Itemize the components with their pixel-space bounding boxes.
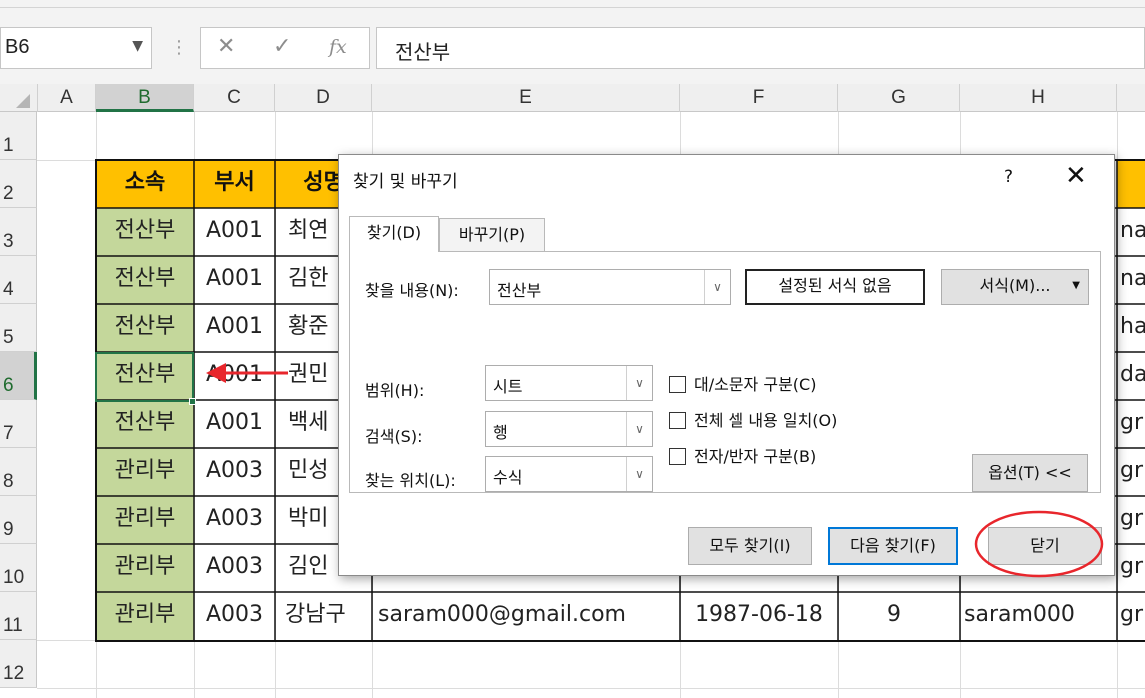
- options-button[interactable]: 옵션(T) <<: [972, 454, 1088, 492]
- formula-input[interactable]: 전산부: [376, 27, 1145, 69]
- formula-bar: B6 ▼ ⋮ ✕ ✓ fx 전산부: [0, 8, 1145, 84]
- format-preview: 설정된 서식 없음: [745, 269, 925, 305]
- column-header-a[interactable]: A: [38, 84, 96, 112]
- format-button[interactable]: 서식(M)... ▼: [941, 269, 1089, 305]
- checkbox-box[interactable]: [669, 376, 686, 393]
- row-header-7[interactable]: 7: [0, 400, 37, 448]
- row-header-10[interactable]: 10: [0, 544, 37, 592]
- match-byte-label: 전자/반자 구분(B): [694, 447, 817, 466]
- chevron-down-icon[interactable]: ∨: [626, 366, 652, 400]
- fill-handle[interactable]: [189, 398, 196, 405]
- match-entire-label: 전체 셀 내용 일치(O): [694, 411, 838, 430]
- row-header-9[interactable]: 9: [0, 496, 37, 544]
- selected-cell-indicator[interactable]: [95, 352, 194, 402]
- checkbox-box[interactable]: [669, 412, 686, 429]
- column-header-i[interactable]: [1117, 84, 1145, 112]
- row-header-1[interactable]: 1: [0, 112, 37, 160]
- look-in-select[interactable]: 수식 ∨: [485, 456, 653, 492]
- search-value: 행: [493, 423, 508, 442]
- column-header-f[interactable]: F: [680, 84, 838, 112]
- find-all-button[interactable]: 모두 찾기(I): [688, 527, 812, 565]
- column-header-b[interactable]: B: [96, 84, 194, 112]
- name-box-value: B6: [5, 36, 30, 58]
- column-header-e[interactable]: E: [372, 84, 680, 112]
- row-header-3[interactable]: 3: [0, 208, 37, 256]
- tab-replace[interactable]: 바꾸기(P): [439, 218, 545, 252]
- close-icon[interactable]: ✕: [1065, 161, 1087, 191]
- drag-handle-icon[interactable]: ⋮: [170, 37, 188, 58]
- within-value: 시트: [493, 377, 523, 396]
- tab-find[interactable]: 찾기(D): [349, 216, 439, 252]
- help-icon[interactable]: ?: [1004, 167, 1013, 187]
- match-entire-checkbox[interactable]: 전체 셀 내용 일치(O): [669, 407, 837, 431]
- select-all-corner[interactable]: [0, 84, 38, 112]
- column-header-h[interactable]: H: [960, 84, 1117, 112]
- find-what-label: 찾을 내용(N):: [365, 281, 459, 300]
- within-label: 범위(H):: [365, 381, 425, 400]
- search-select[interactable]: 행 ∨: [485, 411, 653, 447]
- arrow-icon: [206, 363, 288, 383]
- title-strip: [0, 0, 1145, 8]
- search-label: 검색(S):: [365, 427, 423, 446]
- gridline: [37, 688, 1145, 689]
- close-icon[interactable]: ✕: [217, 34, 235, 59]
- look-in-value: 수식: [493, 468, 523, 487]
- within-select[interactable]: 시트 ∨: [485, 365, 653, 401]
- column-headers: A B C D E F G H: [0, 84, 1145, 112]
- column-header-g[interactable]: G: [838, 84, 960, 112]
- chevron-down-icon[interactable]: ∨: [626, 412, 652, 446]
- caret-down-icon: ▼: [1072, 280, 1080, 291]
- find-what-value: 전산부: [497, 281, 542, 300]
- row-header-8[interactable]: 8: [0, 448, 37, 496]
- match-case-checkbox[interactable]: 대/소문자 구분(C): [669, 371, 816, 395]
- formula-content: 전산부: [395, 40, 451, 64]
- match-byte-checkbox[interactable]: 전자/반자 구분(B): [669, 443, 816, 467]
- highlight-circle: [974, 510, 1104, 578]
- name-box[interactable]: B6 ▼: [0, 27, 152, 69]
- formula-buttons: ✕ ✓ fx: [200, 27, 370, 69]
- row-header-11[interactable]: 11: [0, 592, 37, 640]
- match-case-label: 대/소문자 구분(C): [694, 375, 817, 394]
- row-header-5[interactable]: 5: [0, 304, 37, 352]
- column-header-d[interactable]: D: [275, 84, 372, 112]
- chevron-down-icon[interactable]: ∨: [704, 270, 730, 304]
- row-header-2[interactable]: 2: [0, 160, 37, 208]
- row-header-6[interactable]: 6: [0, 352, 37, 400]
- look-in-label: 찾는 위치(L):: [365, 471, 456, 490]
- format-button-label: 서식(M)...: [979, 276, 1051, 295]
- find-what-input[interactable]: 전산부 ∨: [489, 269, 731, 305]
- column-header-c[interactable]: C: [194, 84, 275, 112]
- find-next-button[interactable]: 다음 찾기(F): [828, 527, 958, 565]
- fx-icon[interactable]: fx: [329, 36, 347, 58]
- dialog-title: 찾기 및 바꾸기: [353, 172, 458, 192]
- checkbox-box[interactable]: [669, 448, 686, 465]
- chevron-down-icon[interactable]: ∨: [626, 457, 652, 491]
- row-header-12[interactable]: 12: [0, 640, 37, 688]
- check-icon[interactable]: ✓: [273, 34, 291, 59]
- row-header-4[interactable]: 4: [0, 256, 37, 304]
- chevron-down-icon[interactable]: ▼: [132, 38, 143, 54]
